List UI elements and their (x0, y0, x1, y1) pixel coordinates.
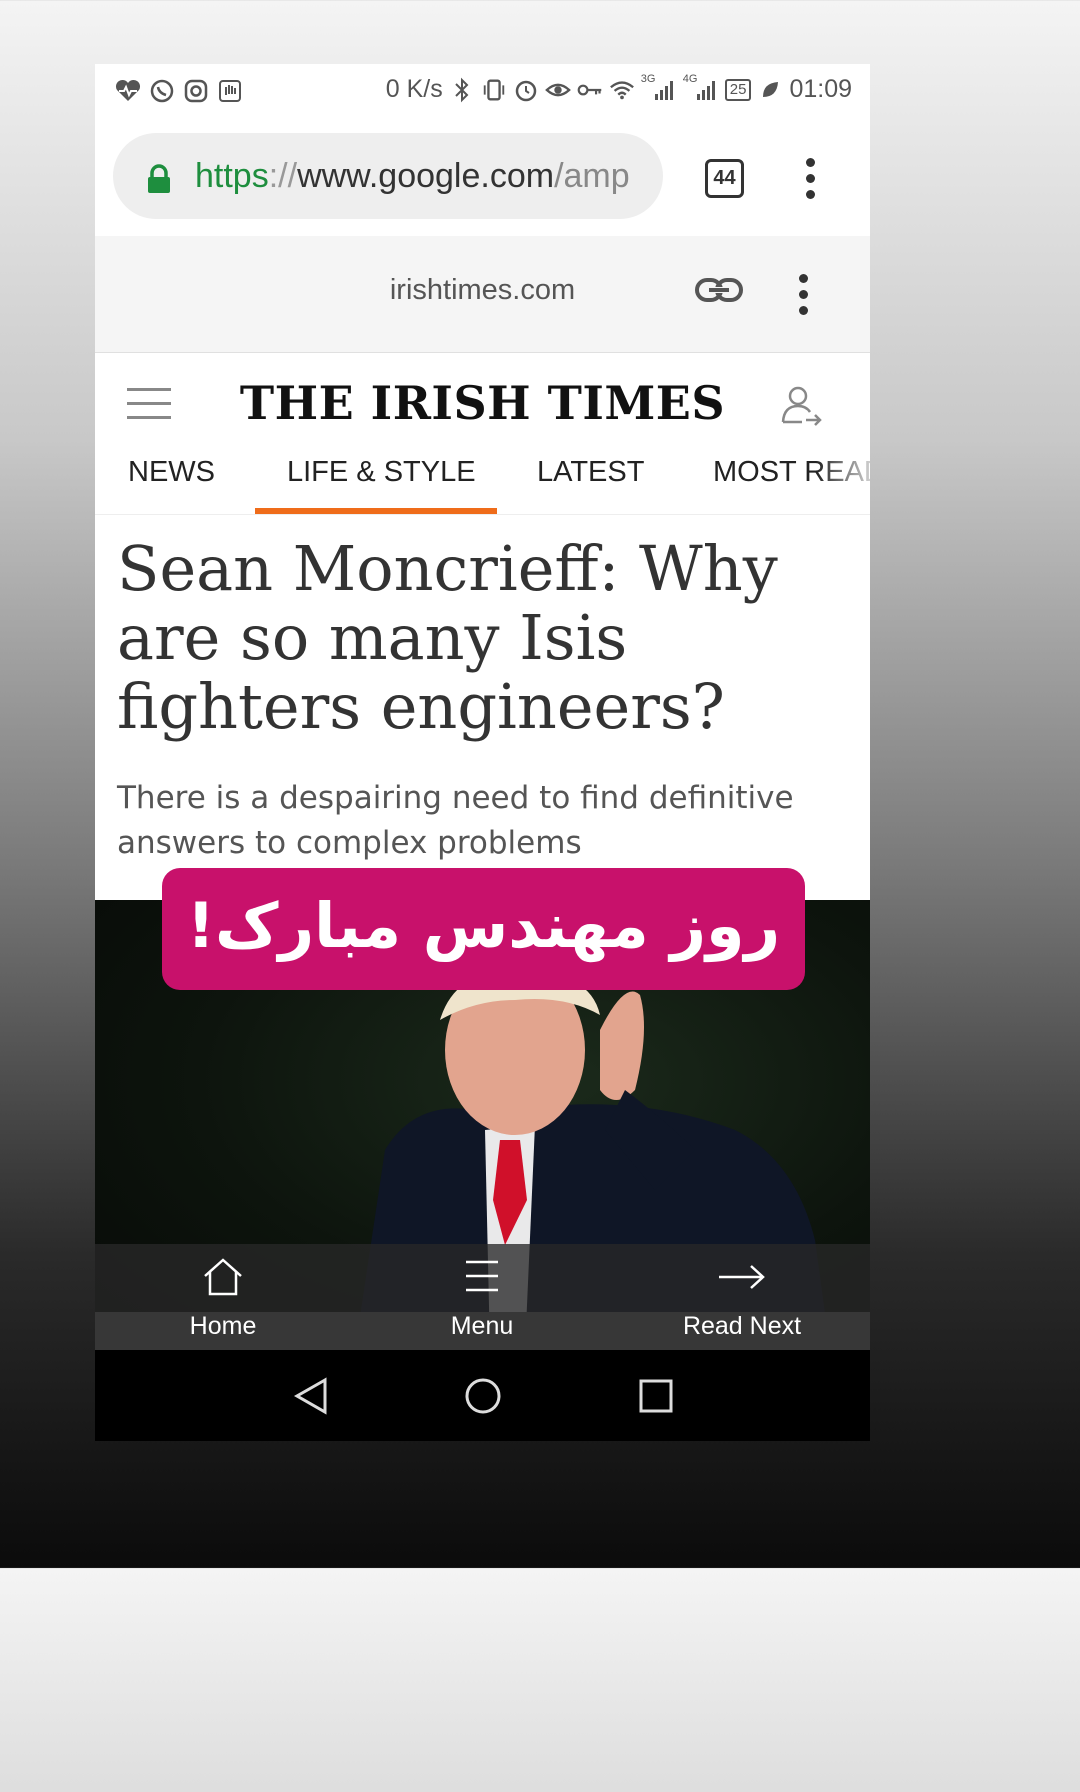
nav-most-read[interactable]: MOST READ (713, 456, 870, 489)
hand-icon (217, 78, 243, 104)
alarm-icon (513, 77, 539, 103)
home-circle-icon[interactable] (463, 1376, 503, 1421)
wifi-icon (609, 77, 635, 103)
home-icon (123, 1256, 323, 1303)
leaf-icon (757, 77, 783, 103)
arrow-right-icon (642, 1256, 842, 1303)
site-masthead[interactable]: THE IRISH TIMES (95, 376, 870, 430)
amp-domain[interactable]: irishtimes.com (95, 274, 870, 307)
signal-4g-label: 4G (682, 72, 698, 85)
url-text[interactable]: https://www.google.com/amp (195, 155, 645, 197)
section-nav: NEWS LIFE & STYLE LATEST MOST READ (95, 450, 870, 510)
amp-viewer-header: irishtimes.com (95, 236, 870, 353)
android-nav-bar (95, 1350, 870, 1441)
article-standfirst: There is a despairing need to find defin… (117, 780, 794, 861)
vpn-key-icon (577, 77, 603, 103)
recents-square-icon[interactable] (637, 1376, 675, 1421)
status-bar: 0 K/s 3G 4G 25 01:09 (95, 64, 870, 118)
notification-icons (115, 78, 243, 104)
url-separator: :// (268, 157, 298, 195)
read-next-label: Read Next (682, 1312, 802, 1340)
signal-4g-icon: 4G (683, 73, 719, 103)
home-label: Home (189, 1312, 257, 1340)
clock: 01:09 (789, 75, 852, 103)
user-login-icon[interactable] (780, 384, 824, 433)
browser-toolbar: https://www.google.com/amp 44 (95, 118, 870, 236)
menu-label: Menu (450, 1312, 514, 1340)
bottom-navigation: Home Menu Read Next (95, 1244, 870, 1350)
tab-switcher-button[interactable]: 44 (705, 159, 744, 198)
browser-menu-button[interactable] (805, 158, 815, 206)
active-tab-indicator (255, 508, 497, 514)
bluetooth-icon (449, 77, 475, 103)
amp-menu-button[interactable] (798, 274, 808, 322)
phone-screen: 0 K/s 3G 4G 25 01:09 https://www.google.… (95, 64, 870, 1441)
nav-news[interactable]: NEWS (128, 456, 215, 489)
heart-rate-icon (115, 78, 141, 104)
url-host: www.google.com (297, 157, 555, 195)
battery-level: 25 (724, 78, 752, 101)
vibrate-icon (481, 77, 507, 103)
url-path: /amp (554, 157, 630, 195)
menu-icon (382, 1256, 582, 1303)
nav-latest[interactable]: LATEST (537, 456, 644, 489)
whatsapp-icon (149, 78, 175, 104)
address-bar[interactable]: https://www.google.com/amp (113, 133, 663, 219)
article-headline: Sean Moncrieff: Why are so many Isis fig… (117, 532, 778, 743)
signal-3g-label: 3G (640, 72, 656, 85)
link-icon[interactable] (695, 276, 743, 309)
system-status: 0 K/s 3G 4G 25 01:09 (385, 73, 852, 104)
lock-icon (146, 164, 172, 199)
eye-icon (544, 77, 571, 103)
url-scheme: https (195, 157, 269, 195)
celebration-banner: روز مهندس مبارک! (162, 868, 805, 990)
instagram-icon (183, 78, 209, 104)
site-header: THE IRISH TIMES NEWS LIFE & STYLE LATEST… (95, 354, 870, 515)
net-speed: 0 K/s (385, 75, 443, 103)
nav-life-style[interactable]: LIFE & STYLE (287, 456, 476, 489)
signal-3g-icon: 3G (641, 73, 677, 103)
back-triangle-icon[interactable] (293, 1376, 329, 1421)
